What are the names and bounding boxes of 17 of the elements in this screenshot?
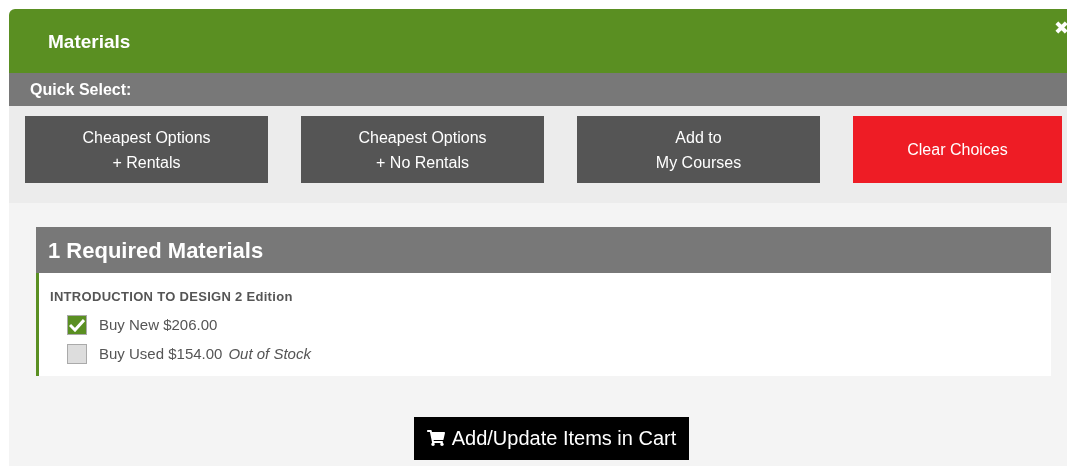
quick-select-button[interactable]: Cheapest Options + No Rentals [301, 116, 544, 183]
cart-icon [426, 429, 445, 447]
checkbox[interactable] [67, 344, 87, 365]
quick-select-button[interactable]: Add to My Courses [577, 116, 820, 183]
option-label: Buy Used $154.00 [99, 344, 223, 364]
checkbox[interactable] [67, 314, 87, 335]
option-note: Out of Stock [228, 344, 311, 364]
close-button[interactable]: ✖ [1054, 19, 1067, 37]
quick-select-button[interactable]: Clear Choices [853, 116, 1062, 183]
cart-button[interactable]: Add/Update Items in Cart [413, 416, 690, 460]
checkmark-icon [69, 317, 85, 332]
section-title: 1 Required Materials [48, 236, 264, 265]
option-label: Buy New $206.00 [99, 314, 218, 335]
quick-select-label: Quick Select: [30, 79, 132, 100]
material-title: INTRODUCTION TO DESIGN 2 Edition [50, 288, 294, 306]
quick-select-button[interactable]: Cheapest Options + Rentals [25, 116, 268, 183]
dialog-title: Materials [48, 30, 131, 54]
